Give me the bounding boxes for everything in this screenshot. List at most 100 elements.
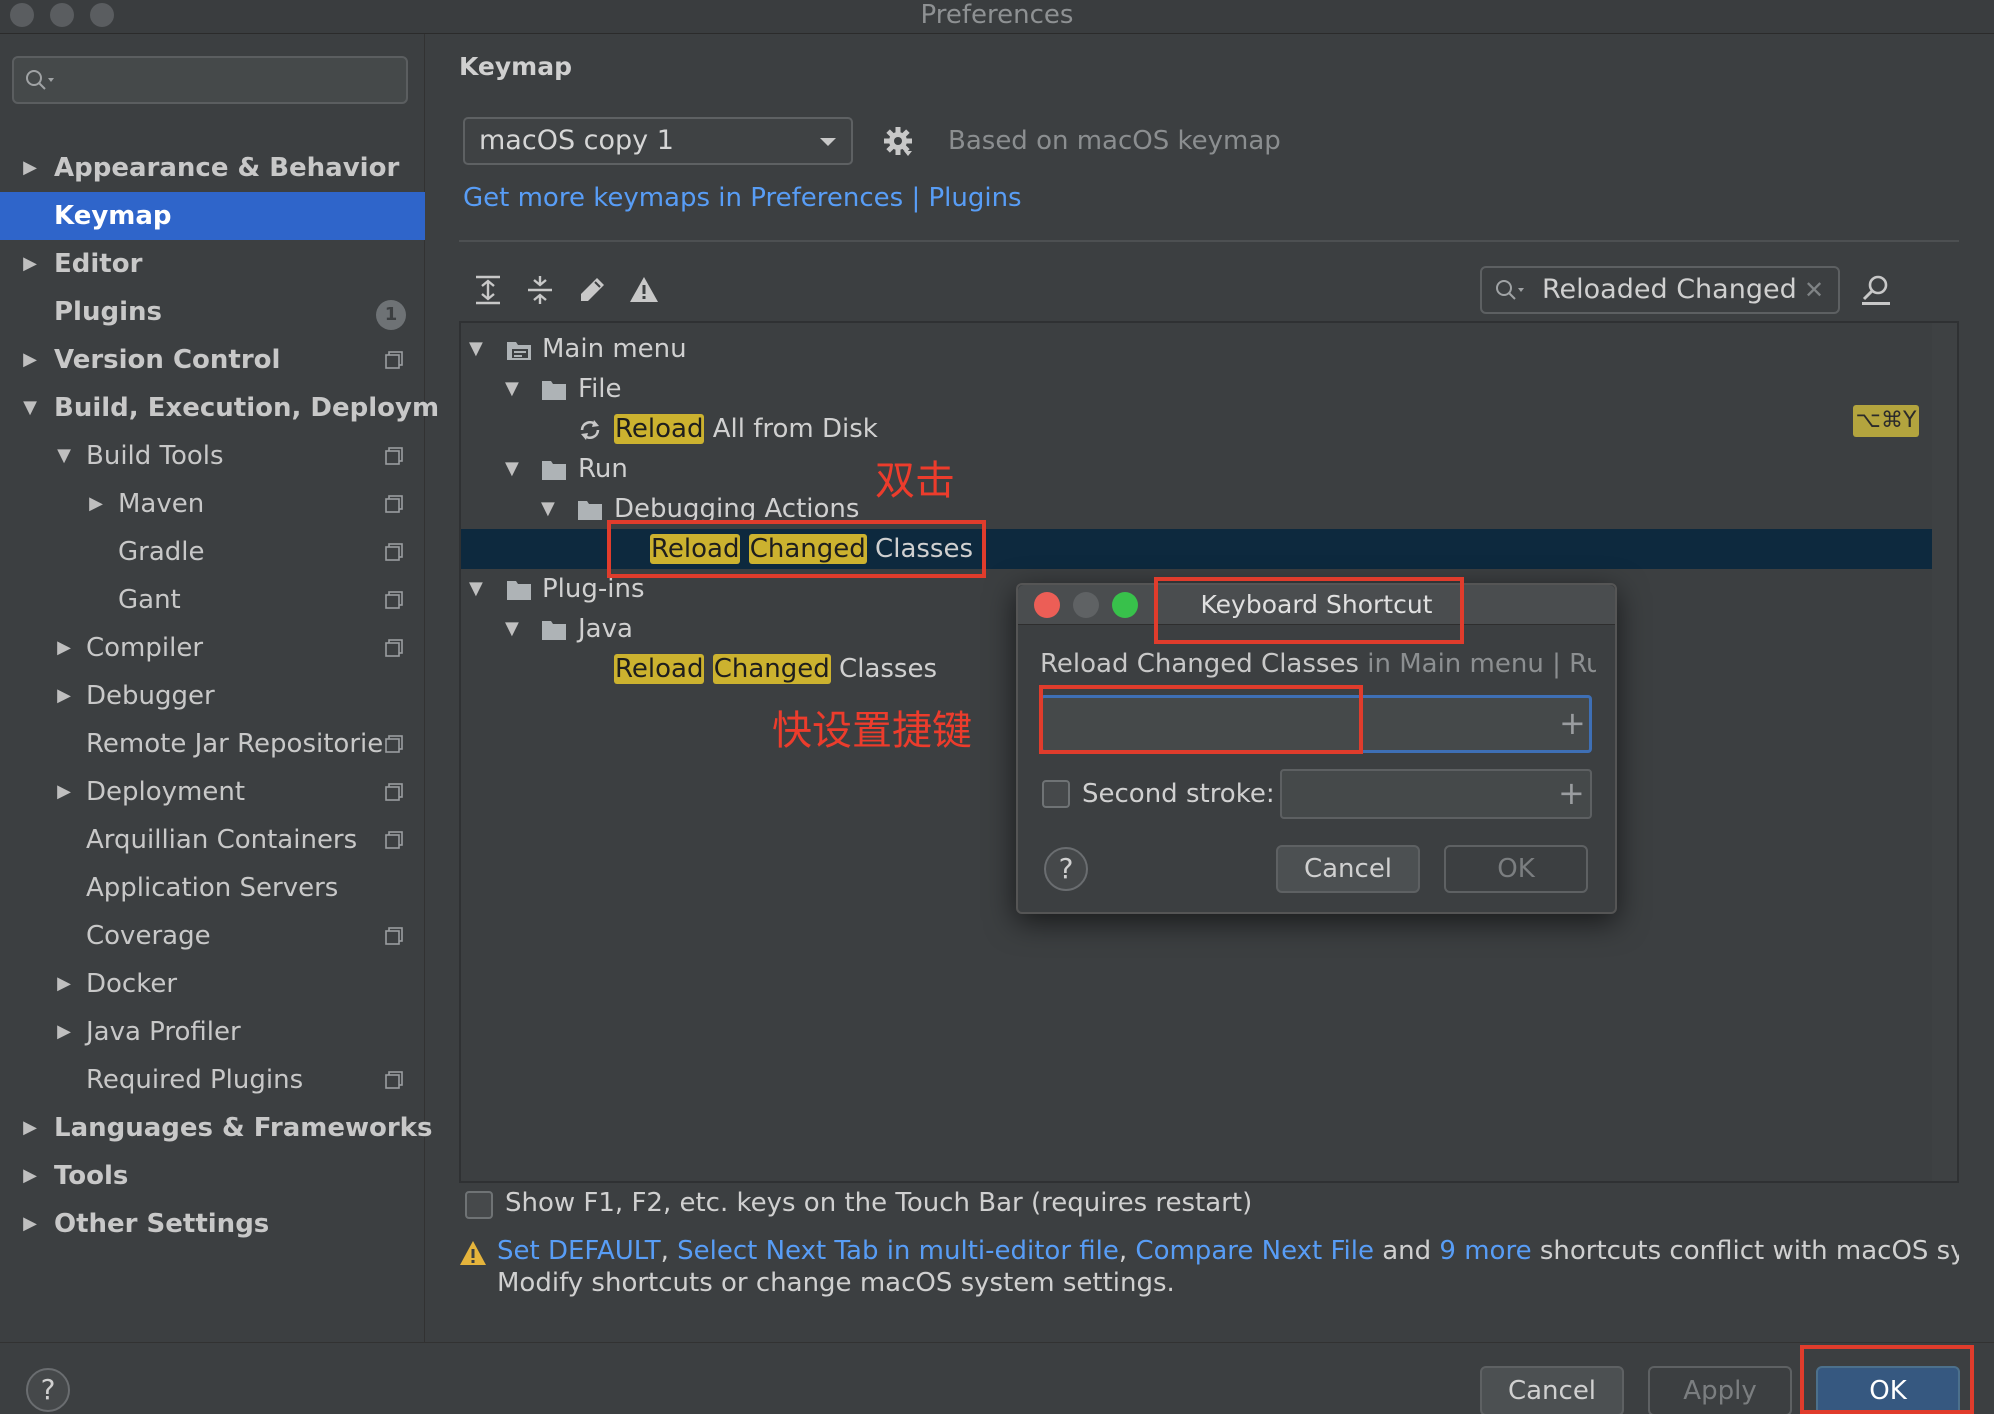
tree-node-file[interactable]: ▼ File [461, 369, 1957, 409]
search-icon [26, 70, 54, 90]
folder-icon [578, 501, 602, 520]
edit-pencil-icon[interactable] [575, 273, 609, 307]
search-icon [1496, 280, 1524, 300]
sidebar-item-required-plugins[interactable]: Required Plugins [0, 1056, 425, 1104]
sidebar-item-deployment[interactable]: ▶ Deployment [0, 768, 425, 816]
chevron-down-icon: ▼ [505, 618, 519, 639]
settings-sidebar: ▶ Appearance & Behavior Keymap ▶ Editor … [0, 34, 439, 1342]
sidebar-item-appearance-behavior[interactable]: ▶ Appearance & Behavior [0, 144, 425, 192]
conflict-link-select-next-tab[interactable]: Select Next Tab in multi-editor file [677, 1236, 1119, 1266]
project-settings-icon [385, 783, 403, 801]
tree-node-reload-all-from-disk[interactable]: Reload All from Disk [461, 409, 1957, 449]
touchbar-fkeys-label: Show F1, F2, etc. keys on the Touch Bar … [505, 1188, 1253, 1218]
find-by-shortcut-icon[interactable] [1858, 272, 1894, 308]
gear-icon[interactable] [882, 125, 914, 157]
tree-node-main-menu[interactable]: ▼ Main menu [461, 329, 1957, 369]
sidebar-item-debugger[interactable]: ▶ Debugger [0, 672, 425, 720]
sidebar-item-languages-frameworks[interactable]: ▶ Languages & Frameworks [0, 1104, 432, 1152]
sidebar-item-docker[interactable]: ▶ Docker [0, 960, 425, 1008]
sidebar-item-compiler[interactable]: ▶ Compiler [0, 624, 425, 672]
folder-icon [542, 461, 566, 480]
title-bar: Preferences [0, 0, 1994, 34]
conflict-link-set-default[interactable]: Set DEFAULT [497, 1236, 661, 1266]
dialog-help-button[interactable]: ? [1044, 847, 1088, 891]
chevron-down-icon: ▼ [23, 397, 37, 418]
chevron-right-icon: ▶ [57, 973, 71, 994]
tree-scrollbar[interactable] [1932, 323, 1957, 1181]
keymap-filter-input[interactable]: Reloaded Changed ✕ [1480, 266, 1840, 314]
cancel-button[interactable]: Cancel [1480, 1366, 1624, 1414]
chevron-right-icon: ▶ [23, 1213, 37, 1234]
chevron-right-icon: ▶ [23, 253, 37, 274]
apply-button[interactable]: Apply [1648, 1366, 1792, 1414]
folder-icon [542, 621, 566, 640]
sidebar-item-build-tools[interactable]: ▼ Build Tools [0, 432, 425, 480]
shortcut-badge: ⌥⌘Y [1853, 405, 1919, 437]
project-settings-icon [385, 927, 403, 945]
sidebar-item-java-profiler[interactable]: ▶ Java Profiler [0, 1008, 425, 1056]
chevron-right-icon: ▶ [23, 1165, 37, 1186]
second-stroke-input[interactable]: + [1280, 769, 1592, 819]
based-on-label: Based on macOS keymap [948, 126, 1281, 156]
conflict-hint-text: Modify shortcuts or change macOS system … [497, 1268, 1175, 1298]
sidebar-item-arquillian-containers[interactable]: Arquillian Containers [0, 816, 425, 864]
project-settings-icon [385, 639, 403, 657]
conflicts-warning-icon[interactable] [627, 273, 661, 307]
touchbar-fkeys-checkbox[interactable] [465, 1191, 493, 1219]
plus-icon[interactable]: + [1559, 707, 1586, 739]
chevron-right-icon: ▶ [23, 349, 37, 370]
conflict-link-more[interactable]: 9 more [1439, 1236, 1531, 1266]
chevron-right-icon: ▶ [89, 493, 103, 514]
project-settings-icon [385, 831, 403, 849]
chevron-right-icon: ▶ [23, 1117, 37, 1138]
help-button[interactable]: ? [26, 1368, 70, 1412]
chevron-right-icon: ▶ [57, 637, 71, 658]
sidebar-item-keymap[interactable]: Keymap [0, 192, 425, 240]
dialog-cancel-button[interactable]: Cancel [1276, 845, 1420, 893]
warning-icon [460, 1241, 486, 1265]
second-stroke-checkbox[interactable] [1042, 780, 1070, 808]
annotation-box-dialog-title [1154, 577, 1464, 644]
second-stroke-label: Second stroke: [1082, 779, 1275, 809]
sidebar-item-gradle[interactable]: Gradle [0, 528, 425, 576]
filter-value: Reloaded Changed [1542, 274, 1797, 305]
keymap-select[interactable]: macOS copy 1 [463, 117, 853, 165]
expand-all-icon[interactable] [471, 273, 505, 307]
sidebar-item-editor[interactable]: ▶ Editor [0, 240, 425, 288]
annotation-box-tree-item [607, 520, 986, 578]
project-settings-icon [385, 447, 403, 465]
dialog-ok-button[interactable]: OK [1444, 845, 1588, 893]
conflict-warning-text: Set DEFAULT, Select Next Tab in multi-ed… [497, 1236, 1959, 1266]
chevron-right-icon: ▶ [57, 1021, 71, 1042]
sidebar-item-coverage[interactable]: Coverage [0, 912, 425, 960]
plus-icon[interactable]: + [1558, 777, 1585, 809]
folder-icon [542, 381, 566, 400]
conflict-link-compare-next-file[interactable]: Compare Next File [1135, 1236, 1374, 1266]
project-settings-icon [385, 735, 403, 753]
sidebar-item-application-servers[interactable]: Application Servers [0, 864, 425, 912]
chevron-down-icon: ▼ [57, 445, 71, 466]
annotation-double-click: 双击 [875, 458, 955, 504]
sidebar-item-version-control[interactable]: ▶ Version Control [0, 336, 425, 384]
sidebar-item-plugins[interactable]: Plugins 1 [0, 288, 425, 336]
get-more-keymaps-link[interactable]: Get more keymaps in Preferences | Plugin… [463, 183, 1022, 213]
chevron-down-icon: ▼ [505, 378, 519, 399]
sidebar-item-tools[interactable]: ▶ Tools [0, 1152, 425, 1200]
annotation-set-shortcut: 快设置捷键 [772, 708, 972, 754]
page-title: Keymap [459, 52, 573, 81]
divider [459, 240, 1959, 242]
collapse-all-icon[interactable] [523, 273, 557, 307]
sidebar-item-gant[interactable]: Gant [0, 576, 425, 624]
tree-node-run[interactable]: ▼ Run [461, 449, 1957, 489]
sidebar-item-maven[interactable]: ▶ Maven [0, 480, 425, 528]
sidebar-search-input[interactable] [12, 56, 408, 104]
window-title: Preferences [920, 0, 1074, 30]
chevron-right-icon: ▶ [57, 781, 71, 802]
chevron-down-icon: ▼ [505, 458, 519, 479]
sidebar-item-remote-jar-repositories[interactable]: Remote Jar Repositorie [0, 720, 425, 768]
clear-filter-icon[interactable]: ✕ [1804, 268, 1824, 312]
chevron-right-icon: ▶ [57, 685, 71, 706]
annotation-box-ok-button [1800, 1345, 1974, 1414]
sidebar-item-build-execution-deployment[interactable]: ▼ Build, Execution, Deploym [0, 384, 439, 432]
sidebar-item-other-settings[interactable]: ▶ Other Settings [0, 1200, 425, 1248]
